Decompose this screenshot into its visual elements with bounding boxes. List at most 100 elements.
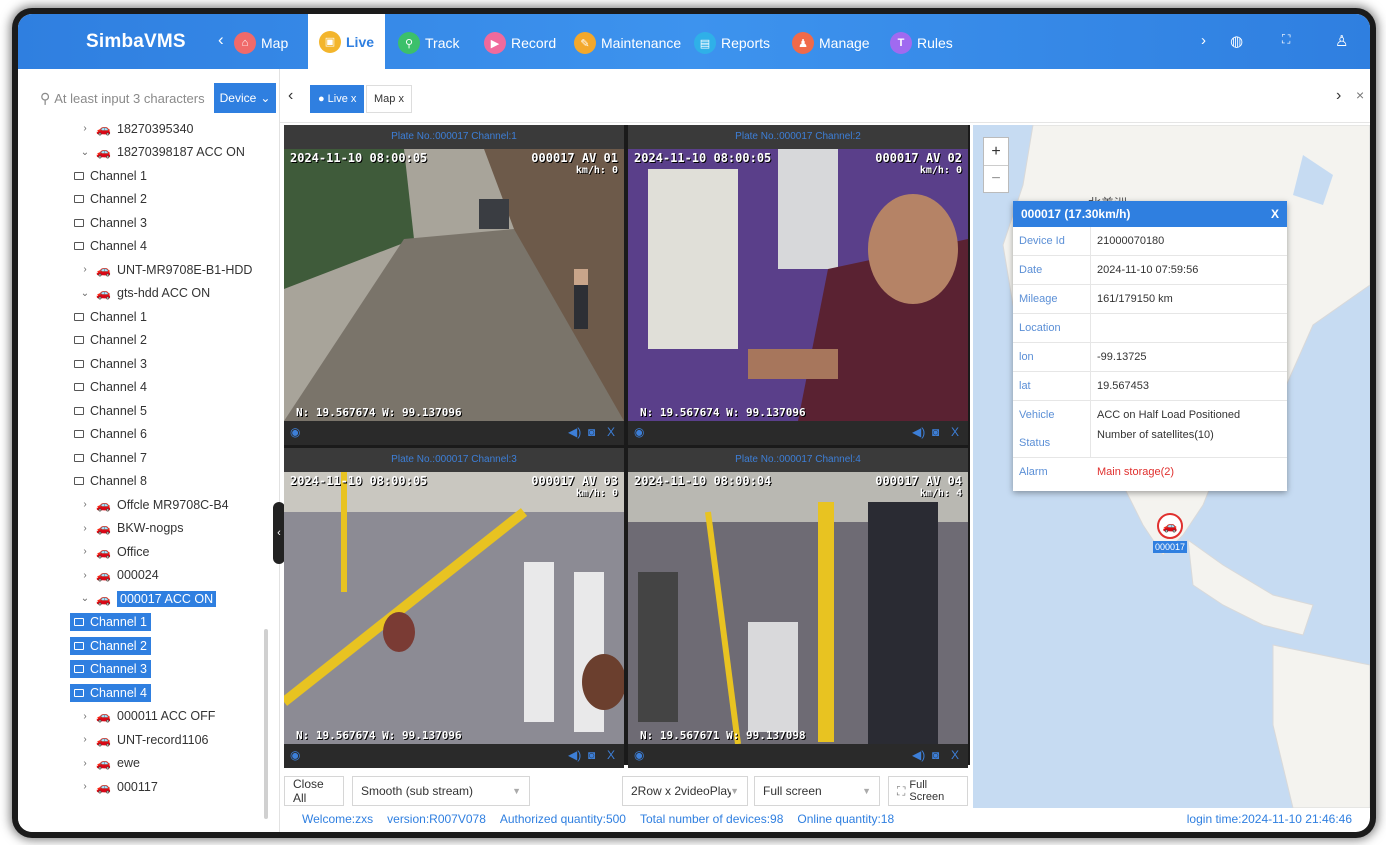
video-feed[interactable]: 2024-11-10 08:00:05 000017 AV 03 km/h: 0… (284, 472, 624, 744)
chevron-right-icon[interactable]: › (78, 264, 92, 275)
speaker-icon[interactable]: ◀) (912, 425, 925, 439)
camera-icon[interactable]: ◙ (588, 748, 595, 762)
chevron-right-icon[interactable]: › (78, 781, 92, 792)
nav-record[interactable]: ▶ Record (484, 27, 556, 59)
tree-device-item[interactable]: › 🚗 18270395340 (18, 117, 266, 141)
close-icon[interactable]: X (607, 748, 615, 762)
tree-device-item[interactable]: › 🚗 BKW-nogps (18, 517, 266, 541)
stream-select[interactable]: Smooth (sub stream) ▼ (352, 776, 530, 806)
tree-channel-item[interactable]: Channel 2 (18, 634, 266, 658)
chevron-right-icon[interactable]: › (78, 734, 92, 745)
camera-icon[interactable]: ◙ (932, 748, 939, 762)
chevron-down-icon[interactable]: ⌄ (78, 288, 92, 299)
tree-channel-item[interactable]: Channel 4 (18, 235, 266, 259)
zoom-out-button[interactable]: − (984, 165, 1008, 192)
nav-next-arrow-icon[interactable]: › (1201, 32, 1206, 49)
close-tabs-icon[interactable]: × (1356, 87, 1364, 103)
chevron-right-icon[interactable]: › (78, 123, 92, 134)
chevron-right-icon[interactable]: › (78, 758, 92, 769)
tree-channel-item[interactable]: Channel 6 (18, 423, 266, 447)
popup-close-button[interactable]: X (1271, 207, 1279, 221)
nav-reports[interactable]: ▤ Reports (694, 27, 770, 59)
tree-device-item[interactable]: › 🚗 000024 (18, 564, 266, 588)
tree-channel-item[interactable]: Channel 1 (18, 611, 266, 635)
globe-icon[interactable]: ◍ (1230, 32, 1243, 50)
speaker-icon[interactable]: ◀) (568, 748, 581, 762)
nav-maintenance[interactable]: ✎ Maintenance (574, 27, 681, 59)
record-dot-icon[interactable]: ◉ (290, 748, 300, 762)
user-icon[interactable]: ♙ (1335, 32, 1348, 50)
chevron-down-icon[interactable]: ⌄ (78, 147, 92, 158)
tab-map[interactable]: Map x (366, 85, 412, 113)
chevron-right-icon[interactable]: › (78, 711, 92, 722)
vehicle-marker[interactable]: 🚗 000017 (1153, 513, 1188, 553)
video-cell-2[interactable]: Plate No.:000017 Channel:2 2024-11-10 08… (628, 125, 968, 445)
chevron-right-icon[interactable]: › (78, 546, 92, 557)
layout-select[interactable]: 2Row x 2videoPlay ▼ (622, 776, 748, 806)
tree-channel-item[interactable]: Channel 3 (18, 211, 266, 235)
tree-channel-item[interactable]: Channel 7 (18, 446, 266, 470)
tree-channel-item[interactable]: Channel 2 (18, 329, 266, 353)
tree-channel-item[interactable]: Channel 1 (18, 164, 266, 188)
tree-device-item[interactable]: ⌄ 🚗 000017 ACC ON (18, 587, 266, 611)
brand-logo[interactable]: SimbaVMS (86, 31, 186, 53)
tree-channel-item[interactable]: Channel 2 (18, 188, 266, 212)
video-feed[interactable]: 2024-11-10 08:00:05 000017 AV 01 km/h: 0… (284, 149, 624, 421)
record-dot-icon[interactable]: ◉ (634, 425, 644, 439)
chevron-right-icon[interactable]: › (78, 499, 92, 510)
fullscreen-icon[interactable]: ⛶ (1282, 32, 1290, 47)
tree-channel-item[interactable]: Channel 3 (18, 352, 266, 376)
tree-channel-item[interactable]: Channel 3 (18, 658, 266, 682)
nav-map[interactable]: ⌂ Map (234, 27, 288, 59)
map-view[interactable]: 北美洲 + − 000017 (17.30km/h) X Device Id21… (973, 125, 1370, 808)
tree-device-item[interactable]: › 🚗 000117 (18, 775, 266, 799)
tree-scrollbar[interactable] (264, 629, 268, 819)
tree-device-item[interactable]: › 🚗 Office (18, 540, 266, 564)
tree-channel-item[interactable]: Channel 5 (18, 399, 266, 423)
tree-channel-item[interactable]: Channel 8 (18, 470, 266, 494)
speaker-icon[interactable]: ◀) (568, 425, 581, 439)
tree-device-item[interactable]: › 🚗 Offcle MR9708C-B4 (18, 493, 266, 517)
tree-device-item[interactable]: › 🚗 UNT-MR9708E-B1-HDD (18, 258, 266, 282)
video-feed[interactable]: 2024-11-10 08:00:05 000017 AV 02 km/h: 0… (628, 149, 968, 421)
zoom-in-button[interactable]: + (984, 138, 1008, 165)
nav-live[interactable]: ▣ Live (308, 14, 386, 69)
video-feed[interactable]: 2024-11-10 08:00:04 000017 AV 04 km/h: 4… (628, 472, 968, 744)
dropdown-arrow-icon: ▼ (730, 786, 739, 796)
record-dot-icon[interactable]: ◉ (634, 748, 644, 762)
car-icon: 🚗 (96, 544, 111, 559)
close-icon[interactable]: X (951, 748, 959, 762)
tab-next-arrow-icon[interactable]: › (1336, 87, 1341, 105)
close-icon[interactable]: X (607, 425, 615, 439)
chevron-down-icon[interactable]: ⌄ (78, 593, 92, 604)
nav-rules[interactable]: T Rules (890, 27, 953, 59)
camera-icon[interactable]: ◙ (588, 425, 595, 439)
tree-device-item[interactable]: › 🚗 ewe (18, 752, 266, 776)
camera-icon[interactable]: ◙ (932, 425, 939, 439)
record-dot-icon[interactable]: ◉ (290, 425, 300, 439)
close-all-button[interactable]: Close All (284, 776, 344, 806)
tab-live[interactable]: ● Live x (310, 85, 365, 113)
tree-device-item[interactable]: › 🚗 UNT-record1106 (18, 728, 266, 752)
nav-manage[interactable]: ♟ Manage (792, 27, 870, 59)
tab-prev-arrow-icon[interactable]: ‹ (288, 87, 293, 105)
screen-mode-select[interactable]: Full screen ▼ (754, 776, 880, 806)
speaker-icon[interactable]: ◀) (912, 748, 925, 762)
device-filter-button[interactable]: Device ⌄ (214, 83, 276, 113)
tree-channel-item[interactable]: Channel 4 (18, 681, 266, 705)
nav-prev-arrow-icon[interactable]: ‹ (218, 30, 224, 50)
video-cell-1[interactable]: Plate No.:000017 Channel:1 2024-11-10 08… (284, 125, 624, 445)
search-input[interactable]: ⚲ At least input 3 characters (40, 83, 214, 113)
video-cell-3[interactable]: Plate No.:000017 Channel:3 2024-11-10 08… (284, 448, 624, 768)
full-screen-button[interactable]: ⛶ Full Screen (888, 776, 968, 806)
video-cell-4[interactable]: Plate No.:000017 Channel:4 2024-11-10 08… (628, 448, 968, 768)
tree-channel-item[interactable]: Channel 1 (18, 305, 266, 329)
tree-device-item[interactable]: ⌄ 🚗 gts-hdd ACC ON (18, 282, 266, 306)
tree-channel-item[interactable]: Channel 4 (18, 376, 266, 400)
close-icon[interactable]: X (951, 425, 959, 439)
chevron-right-icon[interactable]: › (78, 523, 92, 534)
tree-device-item[interactable]: › 🚗 000011 ACC OFF (18, 705, 266, 729)
tree-device-item[interactable]: ⌄ 🚗 18270398187 ACC ON (18, 141, 266, 165)
nav-track[interactable]: ⚲ Track (398, 27, 459, 59)
chevron-right-icon[interactable]: › (78, 570, 92, 581)
